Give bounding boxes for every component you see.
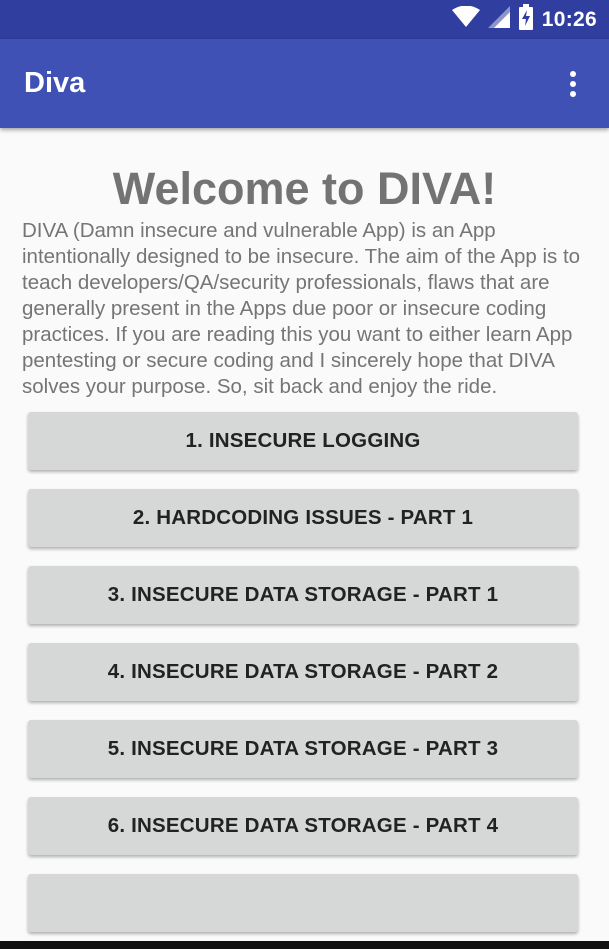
next-challenge-button[interactable] (28, 874, 578, 932)
insecure-data-storage-part2-button[interactable]: 4. INSECURE DATA STORAGE - PART 2 (28, 643, 578, 701)
overflow-menu-icon[interactable] (561, 68, 585, 100)
insecure-data-storage-part4-button[interactable]: 6. INSECURE DATA STORAGE - PART 4 (28, 797, 578, 855)
cell-signal-icon (487, 6, 510, 33)
page-title: Welcome to DIVA! (112, 163, 497, 214)
insecure-logging-button[interactable]: 1. INSECURE LOGGING (28, 412, 578, 470)
insecure-data-storage-part3-button[interactable]: 5. INSECURE DATA STORAGE - PART 3 (28, 720, 578, 778)
status-bar: 10:26 (0, 0, 609, 39)
wifi-icon (451, 5, 480, 33)
app-bar: Diva (0, 39, 609, 128)
intro-text: DIVA (Damn insecure and vulnerable App) … (22, 219, 581, 398)
battery-charging-icon (518, 4, 534, 35)
status-time: 10:26 (541, 7, 597, 31)
insecure-data-storage-part1-button[interactable]: 3. INSECURE DATA STORAGE - PART 1 (28, 566, 578, 624)
main-content[interactable]: Welcome to DIVA! DIVA (Damn insecure and… (0, 128, 609, 941)
challenge-list: 1. INSECURE LOGGING 2. HARDCODING ISSUES… (22, 412, 587, 932)
app-title: Diva (24, 67, 86, 99)
navigation-bar-edge (0, 941, 609, 949)
hardcoding-issues-part1-button[interactable]: 2. HARDCODING ISSUES - PART 1 (28, 489, 578, 547)
